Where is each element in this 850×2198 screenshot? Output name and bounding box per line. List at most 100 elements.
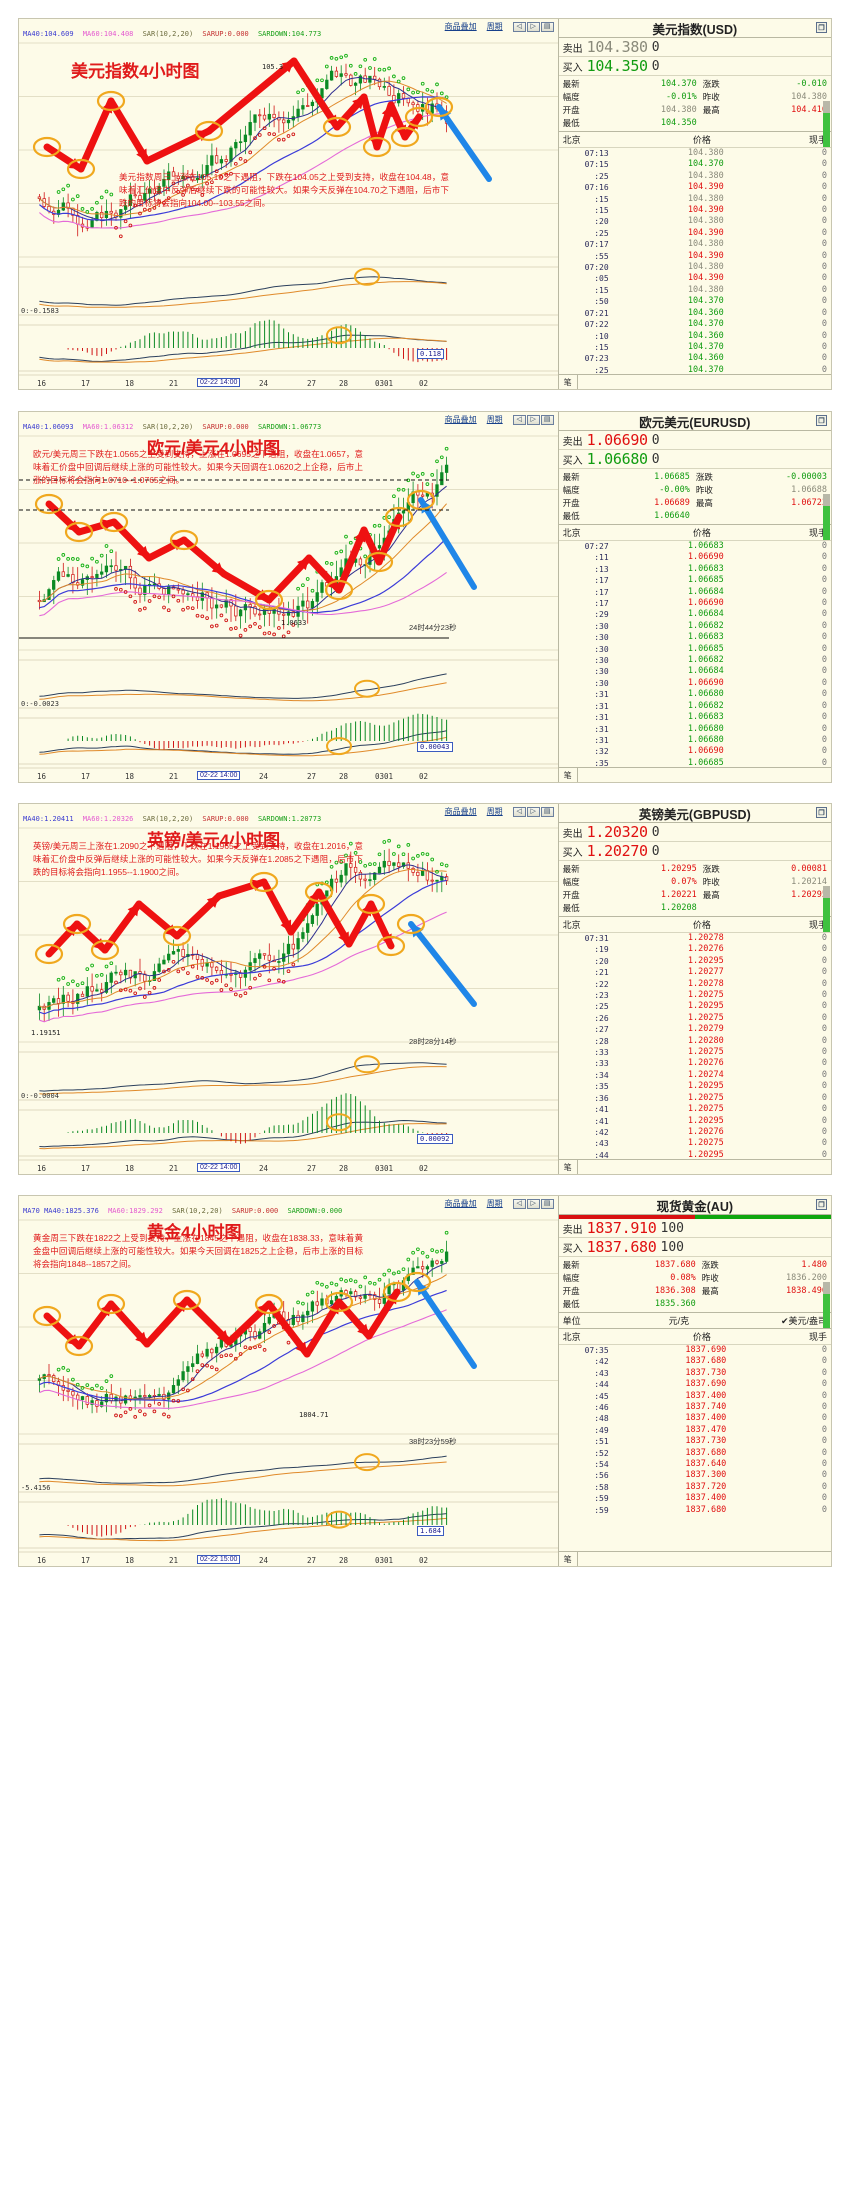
scrollbar-thumb[interactable]	[823, 898, 830, 932]
next-icon[interactable]: ▷	[527, 415, 540, 425]
tick-volume: 0	[797, 262, 827, 273]
tick-row: 07:31 1.20278 0	[559, 933, 831, 944]
prev-icon[interactable]: ◁	[513, 1199, 526, 1209]
scrollbar-up[interactable]	[823, 494, 830, 506]
tick-row: :45 1837.400 0	[559, 1391, 831, 1402]
buy-quote-row[interactable]: 买入 1837.680 100	[559, 1238, 831, 1257]
tick-volume: 0	[797, 285, 827, 296]
x-axis-selected-time[interactable]: 02-22 14:00	[197, 771, 240, 780]
sell-quote-row[interactable]: 卖出 1.20320 0	[559, 823, 831, 842]
unit-row[interactable]: 单位 元/克 ✔美元/盎司	[559, 1313, 831, 1329]
overlay-link[interactable]: 商品叠加	[445, 414, 477, 425]
next-icon[interactable]: ▷	[527, 807, 540, 817]
sell-quantity: 0	[652, 825, 660, 840]
tab-ticks[interactable]: 笔	[559, 768, 578, 782]
tick-price: 1.20275	[615, 990, 797, 1001]
chart-area-usd-index[interactable]: MA40:104.609 MA60:104.408 SAR(10,2,20) S…	[19, 19, 558, 389]
tick-volume: 0	[797, 621, 827, 632]
unit-alt[interactable]: ✔美元/盎司	[743, 1314, 827, 1327]
tick-volume: 0	[797, 689, 827, 700]
quote-panel-gbpusd: 英镑美元(GBPUSD) ❐ 卖出 1.20320 0 买入 1.20270 0…	[558, 804, 831, 1174]
period-link[interactable]: 周期	[487, 414, 503, 425]
scrollbar-thumb[interactable]	[823, 506, 830, 540]
prev-icon[interactable]: ◁	[513, 415, 526, 425]
chart-toolbar[interactable]: 商品叠加 周期 ◁ ▷ ▤	[445, 21, 554, 32]
chart-toolbar[interactable]: 商品叠加 周期 ◁ ▷ ▤	[445, 806, 554, 817]
buy-quote-row[interactable]: 买入 1.20270 0	[559, 842, 831, 861]
buy-quote-row[interactable]: 买入 1.06680 0	[559, 450, 831, 469]
scrollbar-up[interactable]	[823, 1282, 830, 1294]
chart-nav-buttons[interactable]: ◁ ▷ ▤	[513, 415, 554, 425]
quote-stat-key2	[696, 509, 726, 522]
overlay-link[interactable]: 商品叠加	[445, 806, 477, 817]
period-link[interactable]: 周期	[487, 21, 503, 32]
next-icon[interactable]: ▷	[527, 1199, 540, 1209]
tick-price: 1.20275	[615, 1013, 797, 1024]
tick-volume: 0	[797, 308, 827, 319]
scrollbar-up[interactable]	[823, 101, 830, 113]
restore-icon[interactable]: ❐	[816, 1199, 827, 1210]
tick-time: :15	[563, 285, 615, 296]
quote-stat-key2: 最高	[696, 496, 726, 509]
tick-time: :51	[563, 1436, 615, 1447]
scrollbar-thumb[interactable]	[823, 113, 830, 147]
chart-area-gold[interactable]: MA70 MA40:1825.376 MA60:1829.292 SAR(10,…	[19, 1196, 558, 1566]
chart-toolbar[interactable]: 商品叠加 周期 ◁ ▷ ▤	[445, 1198, 554, 1209]
period-link[interactable]: 周期	[487, 806, 503, 817]
tick-price: 1.06685	[615, 575, 797, 586]
quote-statistics: 最新 104.370 涨跌 -0.010 幅度 -0.01% 昨收 104.38…	[559, 76, 831, 132]
fullscreen-icon[interactable]: ▤	[541, 807, 554, 817]
chart-nav-buttons[interactable]: ◁ ▷ ▤	[513, 807, 554, 817]
overlay-link[interactable]: 商品叠加	[445, 21, 477, 32]
chart-area-eurusd[interactable]: MA40:1.06093 MA60:1.06312 SAR(10,2,20) S…	[19, 412, 558, 782]
tick-price: 104.360	[615, 331, 797, 342]
restore-icon[interactable]: ❐	[816, 415, 827, 426]
fullscreen-icon[interactable]: ▤	[541, 1199, 554, 1209]
chart-toolbar[interactable]: 商品叠加 周期 ◁ ▷ ▤	[445, 414, 554, 425]
chart-nav-buttons[interactable]: ◁ ▷ ▤	[513, 1199, 554, 1209]
restore-icon[interactable]: ❐	[816, 22, 827, 33]
quote-footer[interactable]: 笔	[559, 767, 831, 782]
tab-ticks[interactable]: 笔	[559, 1160, 578, 1174]
quote-stat-key: 开盘	[563, 496, 593, 509]
sub-indicator-left-value: -5.4156	[21, 1484, 51, 1492]
tick-volume: 0	[797, 1448, 827, 1459]
x-axis-selected-time[interactable]: 02-22 14:00	[197, 378, 240, 387]
tick-table-header: 北京 价格 现手	[559, 132, 831, 148]
x-axis-selected-time[interactable]: 02-22 14:00	[197, 1163, 240, 1172]
restore-icon[interactable]: ❐	[816, 807, 827, 818]
tick-row: :17 1.06690 0	[559, 598, 831, 609]
quote-footer[interactable]: 笔	[559, 374, 831, 389]
buy-quantity: 100	[661, 1240, 684, 1255]
quote-footer[interactable]: 笔	[559, 1159, 831, 1174]
prev-icon[interactable]: ◁	[513, 807, 526, 817]
chart-area-gbpusd[interactable]: MA40:1.20411 MA60:1.20326 SAR(10,2,20) S…	[19, 804, 558, 1174]
x-axis-selected-time[interactable]: 02-22 15:00	[197, 1555, 240, 1564]
buy-price: 1.20270	[587, 842, 648, 860]
tick-row: 07:23 104.360 0	[559, 353, 831, 364]
chart-nav-buttons[interactable]: ◁ ▷ ▤	[513, 22, 554, 32]
tick-price: 1837.400	[615, 1391, 797, 1402]
scrollbar-thumb[interactable]	[823, 1294, 830, 1328]
sell-quote-row[interactable]: 卖出 1837.910 100	[559, 1219, 831, 1238]
fullscreen-icon[interactable]: ▤	[541, 415, 554, 425]
tab-ticks[interactable]: 笔	[559, 1552, 578, 1566]
period-link[interactable]: 周期	[487, 1198, 503, 1209]
sell-quote-row[interactable]: 卖出 104.380 0	[559, 38, 831, 57]
buy-quote-row[interactable]: 买入 104.350 0	[559, 57, 831, 76]
tick-time: :45	[563, 1391, 615, 1402]
tick-volume: 0	[797, 587, 827, 598]
tick-time: :15	[563, 205, 615, 216]
chart-title: 美元指数4小时图	[71, 57, 199, 82]
x-axis-tick: 18	[125, 379, 134, 388]
quote-stat-value2	[732, 1297, 827, 1310]
next-icon[interactable]: ▷	[527, 22, 540, 32]
prev-icon[interactable]: ◁	[513, 22, 526, 32]
scrollbar-up[interactable]	[823, 886, 830, 898]
overlay-link[interactable]: 商品叠加	[445, 1198, 477, 1209]
fullscreen-icon[interactable]: ▤	[541, 22, 554, 32]
tab-ticks[interactable]: 笔	[559, 375, 578, 389]
sell-quote-row[interactable]: 卖出 1.06690 0	[559, 431, 831, 450]
quote-footer[interactable]: 笔	[559, 1551, 831, 1566]
x-axis-tick: 0301	[375, 1556, 393, 1565]
